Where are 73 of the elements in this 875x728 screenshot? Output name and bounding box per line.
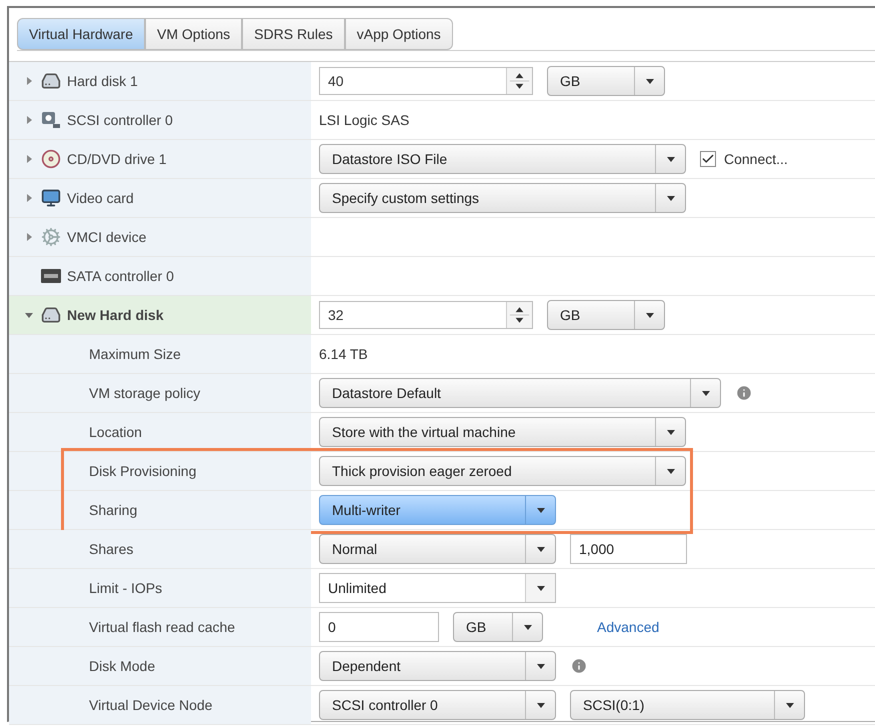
checkbox-label: Connect... [724,150,788,168]
row-label: Maximum Size [89,344,181,364]
row-label: Location [89,422,142,442]
dropdown[interactable]: Multi-writer [319,495,556,525]
dropdown[interactable]: Datastore Default [319,378,721,408]
checkbox[interactable] [700,151,716,167]
dropdown[interactable]: GB [547,300,665,330]
disc-icon [41,149,61,169]
caret-icon [786,702,794,708]
text-field[interactable]: 1,000 [570,534,687,564]
value-text: 6.14 TB [319,344,368,364]
row-label: Video card [67,188,134,208]
caret-icon [536,546,544,552]
row-label: VMCI device [67,228,146,246]
advanced-link[interactable]: Advanced [597,616,660,638]
monitor-icon [41,188,61,208]
controller-icon [41,111,61,129]
row-label: Hard disk 1 [67,72,138,90]
number-field[interactable]: 32 [319,301,533,329]
spinner-arrows-icon[interactable] [506,68,532,94]
value-text: LSI Logic SAS [319,110,410,130]
caret-icon [666,430,674,434]
number-field[interactable]: 40 [319,67,533,95]
combo-box[interactable]: Unlimited [319,573,556,603]
dropdown[interactable]: Specify custom settings [319,183,686,213]
expand-arrow-icon[interactable] [25,233,33,241]
row-label: Disk Provisioning [89,462,196,481]
caret-icon [536,586,544,590]
dropdown[interactable]: GB [453,612,543,642]
dropdown[interactable]: Store with the virtual machine [319,417,686,447]
caret-icon [536,664,544,668]
caret-icon [536,508,544,512]
dropdown[interactable]: GB [547,66,665,96]
row-label: CD/DVD drive 1 [67,150,167,168]
caret-icon [666,196,674,200]
row-label: SCSI controller 0 [67,110,173,130]
dropdown[interactable]: Normal [319,534,556,564]
row-label: Shares [89,540,134,558]
caret-icon [524,624,532,630]
row-label: New Hard disk [67,306,164,324]
caret-icon [536,702,544,708]
caret-icon [666,468,674,474]
caret-icon [646,312,654,318]
caret-icon [702,390,710,396]
row-label: SATA controller 0 [67,266,174,286]
row-label: VM storage policy [89,384,200,403]
spinner-arrows-icon[interactable] [506,302,532,328]
text-field[interactable]: 0 [319,612,439,642]
row-label: Virtual flash read cache [89,618,236,636]
row-label: Limit - IOPs [89,578,162,598]
caret-icon [666,156,674,162]
tab[interactable]: SDRS Rules [242,18,345,50]
chip-icon [41,269,61,283]
expand-arrow-icon[interactable] [25,77,33,85]
info-icon[interactable] [735,384,753,402]
row-label: Sharing [89,500,138,520]
dropdown[interactable]: SCSI(0:1) [570,690,805,720]
expand-arrow-icon[interactable] [25,116,33,124]
dropdown[interactable]: Dependent [319,651,556,681]
tab[interactable]: Virtual Hardware [17,18,146,50]
expand-arrow-icon[interactable] [25,194,33,202]
gear-icon [41,227,61,247]
tab[interactable]: vApp Options [344,18,453,50]
dropdown[interactable]: Thick provision eager zeroed [319,456,686,486]
caret-icon [646,78,654,84]
expand-arrow-icon[interactable] [25,155,33,163]
row-label: Virtual Device Node [89,696,212,714]
expand-arrow-icon[interactable] [25,311,33,319]
dropdown[interactable]: Datastore ISO File [319,144,686,174]
info-icon[interactable] [570,657,588,675]
dropdown[interactable]: SCSI controller 0 [319,690,556,720]
tab[interactable]: VM Options [145,18,242,50]
row-label: Disk Mode [89,656,156,676]
